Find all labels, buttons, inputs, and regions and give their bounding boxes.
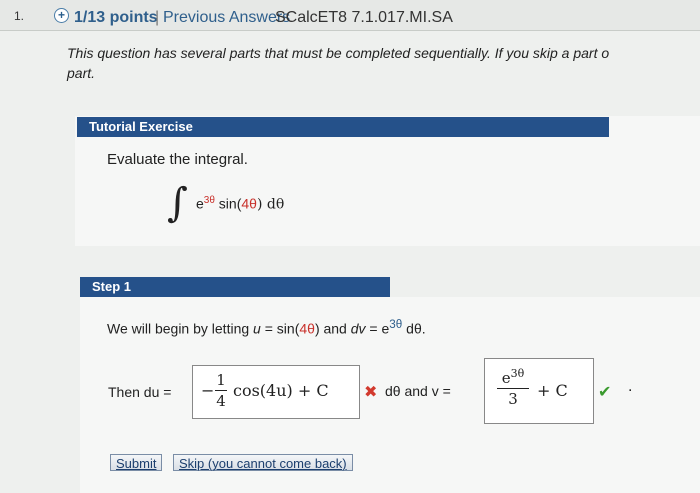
previous-answers-link[interactable]: Previous Answers <box>163 9 290 27</box>
skip-button[interactable]: Skip (you cannot come back) <box>173 454 353 471</box>
v-answer-box[interactable]: e3θ 3 + C <box>484 358 594 424</box>
question-number: 1. <box>14 9 25 23</box>
integrand: e3θ sin(4θ) dθ <box>196 195 285 213</box>
du-fraction: 1 4 <box>215 371 227 410</box>
tutorial-prompt: Evaluate the integral. <box>107 151 248 168</box>
then-du-label: Then du = <box>108 384 172 400</box>
submit-button[interactable]: Submit <box>110 454 163 471</box>
cross-icon: ✖ <box>364 384 378 401</box>
integral-sign: ∫ <box>167 180 188 226</box>
du-answer-box[interactable]: − 1 4 cos(4u) + C <box>192 365 360 419</box>
substitution-statement: We will begin by letting u = sin(4θ) and… <box>107 318 426 337</box>
dtheta-and-v-label: dθ and v = <box>385 383 451 399</box>
v-fraction: e3θ 3 <box>497 367 529 408</box>
du-expression: cos(4u) + C <box>233 381 329 400</box>
expand-plus-icon[interactable]: + <box>54 8 69 23</box>
sequential-instructions: This question has several parts that mus… <box>67 45 610 81</box>
v-plus-c: + C <box>537 381 568 400</box>
du-minus: − <box>201 381 215 400</box>
points-label: 1/13 points <box>74 9 158 26</box>
header-separator: | <box>155 9 160 26</box>
check-icon: ✔ <box>598 384 612 401</box>
course-code: SCalcET8 7.1.017.MI.SA <box>275 9 453 26</box>
step-1-header: Step 1 <box>80 277 390 297</box>
tutorial-exercise-header: Tutorial Exercise <box>77 117 609 137</box>
trailing-dot: . <box>628 378 633 395</box>
